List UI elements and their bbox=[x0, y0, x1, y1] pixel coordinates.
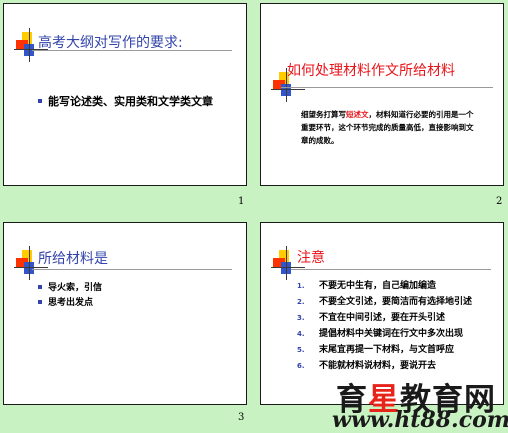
title-divider bbox=[291, 269, 491, 270]
slide-2[interactable]: 如何处理材料作文所给材料 细望务打算写短述文，材料知道行必要的引用是一个重要环节… bbox=[260, 3, 504, 186]
slide-title: 如何处理材料作文所给材料 bbox=[287, 63, 455, 79]
list-item: 6. 不能就材料说材料，要说开去 bbox=[297, 361, 437, 371]
site-watermark-url: www.ht88.com bbox=[332, 407, 508, 433]
title-divider bbox=[32, 269, 232, 270]
list-item: 5. 末尾宜再提一下材料，与文首呼应 bbox=[297, 345, 455, 355]
slide-paragraph: 细望务打算写短述文，材料知道行必要的引用是一个重要环节，这个环节完成的质量高低，… bbox=[301, 110, 474, 145]
list-item: 4. 提倡材料中关键词在行文中多次出现 bbox=[297, 329, 464, 339]
slide-title: 高考大纲对写作的要求: bbox=[38, 35, 183, 51]
slide-number: 3 bbox=[238, 412, 245, 423]
list-item: 2. 不要全文引述，要简洁而有选择地引述 bbox=[297, 297, 473, 307]
title-divider bbox=[32, 50, 232, 51]
slide-title: 注意 bbox=[297, 250, 325, 266]
title-divider bbox=[281, 87, 493, 88]
slide-logo-icon bbox=[271, 246, 305, 280]
slide-title: 所给材料是 bbox=[38, 251, 108, 267]
slide-number: 1 bbox=[238, 196, 245, 207]
bullet-item: 能写论述类、实用类和文学类文章 bbox=[38, 93, 213, 109]
bullet-item: 思考出发点 bbox=[38, 295, 93, 308]
square-bullet-icon bbox=[38, 299, 42, 304]
square-bullet-icon bbox=[38, 99, 42, 103]
list-item: 1. 不要无中生有，自己编加编造 bbox=[297, 281, 437, 291]
slide-number: 2 bbox=[496, 196, 503, 207]
square-bullet-icon bbox=[38, 284, 42, 289]
list-item: 3. 不宜在中间引述，要在开头引述 bbox=[297, 313, 446, 323]
bullet-item: 导火索，引信 bbox=[38, 280, 102, 293]
slide-3[interactable]: 所给材料是 导火索，引信 思考出发点 bbox=[3, 222, 247, 405]
slide-1[interactable]: 高考大纲对写作的要求: 能写论述类、实用类和文学类文章 bbox=[3, 3, 247, 186]
